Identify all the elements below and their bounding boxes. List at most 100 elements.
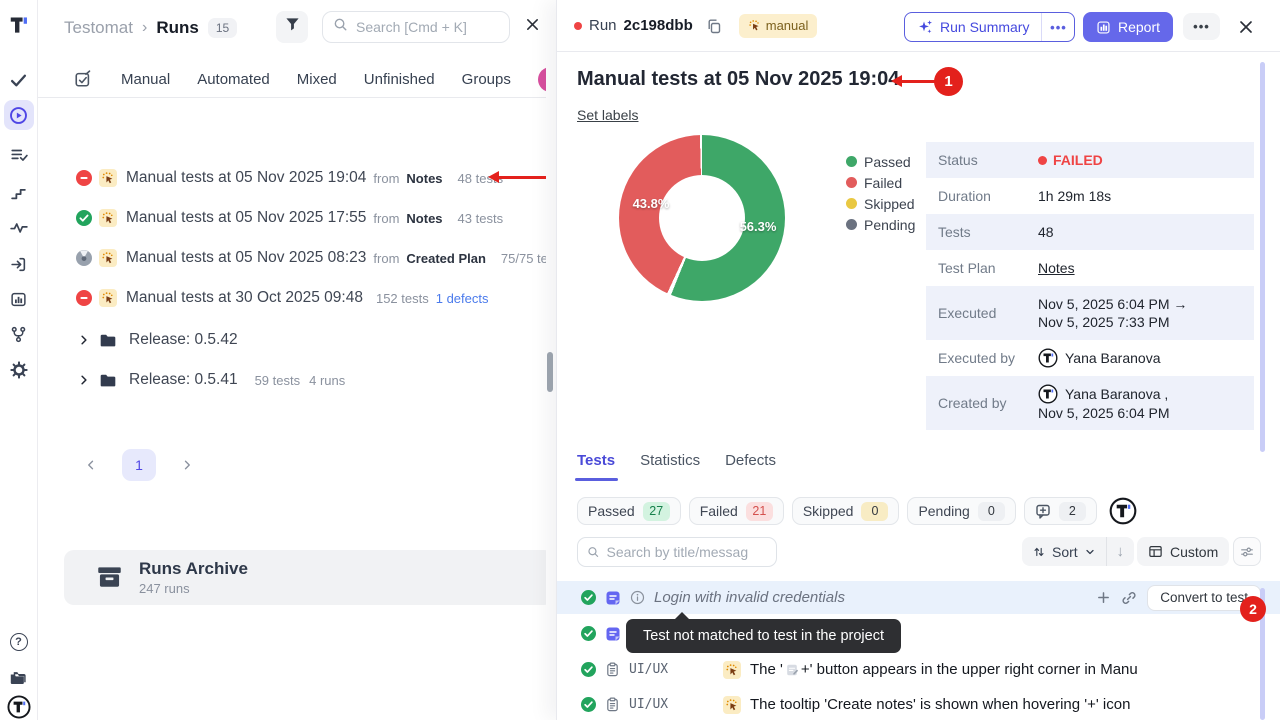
assignee-avatar[interactable]	[1109, 497, 1137, 525]
app-logo[interactable]	[7, 13, 31, 37]
close-list-button[interactable]	[519, 14, 545, 40]
folder-label: Release: 0.5.42	[129, 331, 238, 349]
sort-control[interactable]: Sort ↓	[1022, 537, 1134, 566]
legend-passed[interactable]: Passed	[846, 151, 915, 172]
tab-estimate-badge[interactable]: Estim	[538, 67, 546, 92]
runs-search[interactable]	[322, 11, 510, 43]
link-icon[interactable]	[1121, 590, 1137, 606]
add-icon[interactable]	[1096, 590, 1111, 605]
failed-status-icon	[76, 170, 92, 186]
rail-icon-settings[interactable]	[7, 358, 31, 382]
rail-icon-test-plans[interactable]	[7, 143, 31, 167]
run-row-3[interactable]: Manual tests at 05 Nov 2025 08:23 from C…	[38, 238, 546, 278]
run-from-label: from	[373, 251, 399, 266]
report-button[interactable]: Report	[1083, 12, 1173, 42]
runs-archive-bar[interactable]: Runs Archive 247 runs	[64, 550, 546, 605]
detail-scrollbar-thumb[interactable]	[1260, 62, 1265, 452]
close-icon	[1238, 19, 1254, 35]
test-title-pre: The '	[750, 661, 783, 678]
breadcrumb-page[interactable]: Runs	[156, 18, 199, 38]
run-row-4[interactable]: Manual tests at 30 Oct 2025 09:48 152 te…	[38, 278, 546, 318]
chip-pending[interactable]: Pending 0	[907, 497, 1015, 525]
run-label: Run	[589, 17, 617, 34]
tab-tests[interactable]: Tests	[577, 452, 615, 469]
cursor-click-emoji	[723, 696, 741, 714]
defects-link[interactable]: 1 defects	[436, 291, 489, 306]
sort-direction-button[interactable]: ↓	[1106, 537, 1134, 566]
rail-icon-pulse[interactable]	[7, 216, 31, 240]
list-scrollbar-thumb[interactable]	[547, 352, 553, 392]
run-title: Manual tests at 05 Nov 2025 19:04	[126, 169, 366, 187]
tests-search[interactable]	[577, 537, 777, 567]
tests-search-input[interactable]	[606, 544, 767, 560]
chip-skipped[interactable]: Skipped 0	[792, 497, 900, 525]
breadcrumb-app[interactable]: Testomat	[64, 18, 133, 38]
tab-defects[interactable]: Defects	[725, 452, 776, 469]
run-row-2[interactable]: Manual tests at 05 Nov 2025 17:55 from N…	[38, 198, 546, 238]
prev-page-button[interactable]	[78, 450, 104, 480]
run-from-value: Notes	[406, 171, 442, 186]
chip-passed[interactable]: Passed 27	[577, 497, 681, 525]
legend-pending[interactable]: Pending	[846, 214, 915, 235]
rail-icon-import[interactable]	[7, 252, 31, 276]
chip-comments[interactable]: 2	[1024, 497, 1097, 525]
workspace-avatar[interactable]	[7, 695, 31, 719]
rail-icon-analytics[interactable]	[7, 287, 31, 311]
tab-automated[interactable]: Automated	[197, 71, 270, 88]
manual-label-badge[interactable]: manual	[739, 14, 818, 38]
test-row-3[interactable]: UI/UX The ' +' button appears in the upp…	[557, 653, 1280, 686]
custom-columns-button[interactable]: Custom	[1137, 537, 1229, 566]
chevron-right-icon[interactable]	[78, 374, 90, 386]
test-row-1[interactable]: Login with invalid credentials Convert t…	[557, 581, 1280, 614]
run-title: Manual tests at 30 Oct 2025 09:48	[126, 289, 363, 307]
rail-icon-steps[interactable]	[7, 180, 31, 204]
note-icon	[605, 626, 621, 642]
legend-failed[interactable]: Failed	[846, 172, 915, 193]
runs-search-input[interactable]	[356, 19, 499, 35]
failed-dot	[574, 22, 582, 30]
tab-unfinished[interactable]: Unfinished	[364, 71, 435, 88]
test-title: The tooltip 'Create notes' is shown when…	[750, 696, 1130, 713]
test-plan-link[interactable]: Notes	[1038, 259, 1075, 277]
page-1-button[interactable]: 1	[122, 449, 156, 481]
drawer-more-button[interactable]: •••	[1183, 13, 1220, 40]
test-row-4[interactable]: UI/UX The tooltip 'Create notes' is show…	[557, 688, 1280, 720]
chip-failed[interactable]: Failed 21	[689, 497, 784, 525]
set-labels-link[interactable]: Set labels	[577, 107, 638, 123]
tab-statistics[interactable]: Statistics	[640, 452, 700, 469]
close-icon	[525, 17, 540, 37]
run-id: 2c198dbb	[624, 17, 693, 34]
legend-skipped[interactable]: Skipped	[846, 193, 915, 214]
memo-icon	[785, 663, 799, 677]
folder-label: Release: 0.5.41	[129, 371, 238, 389]
folder-row-1[interactable]: Release: 0.5.42	[38, 322, 546, 358]
runs-count-badge: 15	[208, 18, 237, 38]
rail-icon-help[interactable]: ?	[7, 630, 31, 654]
close-drawer-button[interactable]	[1236, 17, 1256, 37]
tab-groups[interactable]: Groups	[462, 71, 511, 88]
rail-icon-checks[interactable]	[7, 68, 31, 92]
copy-run-id-button[interactable]	[702, 14, 726, 38]
rail-icon-projects[interactable]	[7, 665, 31, 689]
sliders-icon	[1240, 545, 1254, 559]
passed-count: 27	[643, 502, 670, 521]
tab-mixed[interactable]: Mixed	[297, 71, 337, 88]
sort-button[interactable]: Sort	[1022, 544, 1106, 560]
info-row-executed: Executed Nov 5, 2025 6:04 PM →Nov 5, 202…	[926, 286, 1254, 340]
run-title-heading: Manual tests at 05 Nov 2025 19:04	[577, 68, 899, 91]
chevron-right-icon[interactable]	[78, 334, 90, 346]
view-settings-button[interactable]	[1233, 537, 1261, 566]
filter-button[interactable]	[276, 11, 308, 43]
run-summary-more-button[interactable]: •••	[1041, 13, 1074, 41]
select-runs-icon[interactable]	[72, 68, 94, 90]
archive-title: Runs Archive	[139, 559, 248, 579]
tab-manual[interactable]: Manual	[121, 71, 170, 88]
folder-row-2[interactable]: Release: 0.5.41 59 tests 4 runs	[38, 362, 546, 398]
run-summary-button[interactable]: Run Summary	[905, 19, 1041, 35]
next-page-button[interactable]	[174, 450, 200, 480]
rail-icon-branches[interactable]	[7, 322, 31, 346]
search-icon	[587, 545, 599, 559]
rail-icon-runs-active[interactable]	[4, 100, 34, 130]
info-row-duration: Duration 1h 29m 18s	[926, 178, 1254, 214]
run-row-1[interactable]: Manual tests at 05 Nov 2025 19:04 from N…	[38, 158, 546, 198]
